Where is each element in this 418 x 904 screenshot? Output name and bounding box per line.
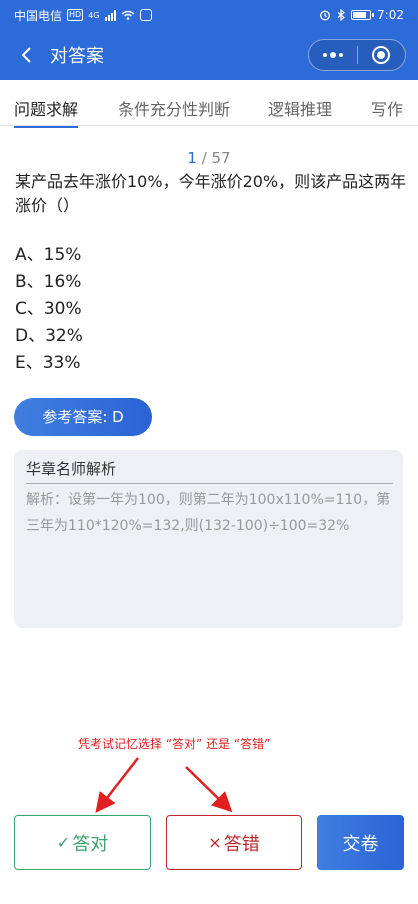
analysis-text: 解析：设第一年为100，则第二年为100x110%=110，第三年为110*12… (26, 492, 391, 534)
carrier-label: 中国电信 (14, 8, 63, 23)
signal-icon (104, 9, 116, 21)
check-icon: ✓ (56, 833, 71, 852)
mini-program-capsule (308, 39, 406, 71)
analysis-title: 华章名师解析 (26, 460, 117, 478)
hd-badge: HD (67, 9, 84, 21)
question-text: 某产品去年涨价10%，今年涨价20%，则该产品这两年涨价（） (15, 172, 407, 215)
page-title: 对答案 (50, 46, 104, 67)
target-icon (372, 46, 391, 64)
back-button[interactable] (4, 33, 48, 77)
mark-correct-button[interactable]: ✓ 答对 (14, 815, 151, 870)
option-e: E、33% (15, 353, 81, 373)
arrow-to-right-button (95, 757, 139, 813)
mark-wrong-button[interactable]: × 答错 (166, 815, 302, 870)
tabs-divider (0, 125, 418, 126)
wifi-icon (121, 10, 134, 20)
header-bar: 中国电信 HD 4G 7:02 对答案 (0, 0, 418, 80)
option-list: A、15% B、16% C、30% D、32% E、33% (15, 242, 83, 377)
option-b: B、16% (15, 272, 82, 292)
tab-logic[interactable]: 逻辑推理 (268, 96, 332, 128)
tab-sufficiency[interactable]: 条件充分性判断 (118, 96, 230, 128)
status-bar: 中国电信 HD 4G 7:02 (0, 0, 418, 30)
reference-answer-badge: 参考答案: D (14, 398, 152, 436)
submit-label: 交卷 (342, 833, 379, 855)
mark-correct-label: 答对 (72, 833, 109, 855)
category-tabs: 问题求解 条件充分性判断 逻辑推理 写作 (0, 96, 418, 128)
arrow-to-wrong-button (185, 766, 233, 813)
navbar: 对答案 (0, 30, 418, 80)
counter-separator: / (196, 149, 212, 167)
clock: 7:02 (377, 8, 404, 22)
app-notification-icon (139, 9, 152, 21)
battery-icon (351, 10, 375, 20)
option-c: C、30% (15, 299, 82, 319)
option-a: A、15% (15, 245, 82, 265)
annotation-arrows (95, 757, 233, 813)
cross-icon: × (208, 833, 222, 852)
current-question-number: 1 (187, 149, 197, 167)
bluetooth-icon (337, 9, 345, 21)
close-mini-program-button[interactable] (358, 40, 406, 70)
chevron-left-icon (21, 47, 31, 63)
submit-button[interactable]: 交卷 (317, 815, 404, 870)
alarm-icon (320, 10, 330, 21)
more-button[interactable] (309, 40, 357, 70)
total-questions: 57 (211, 149, 231, 167)
tab-problem-solving[interactable]: 问题求解 (14, 96, 79, 128)
mark-wrong-label: 答错 (223, 833, 260, 855)
more-dots-icon (322, 52, 343, 58)
question-counter: 1 / 57 (0, 149, 418, 167)
network-type: 4G (88, 10, 100, 20)
analysis-divider (26, 483, 393, 484)
tab-writing[interactable]: 写作 (371, 96, 403, 128)
option-d: D、32% (15, 326, 83, 346)
analysis-card: 华章名师解析 解析：设第一年为100，则第二年为100x110%=110，第三年… (14, 450, 403, 628)
